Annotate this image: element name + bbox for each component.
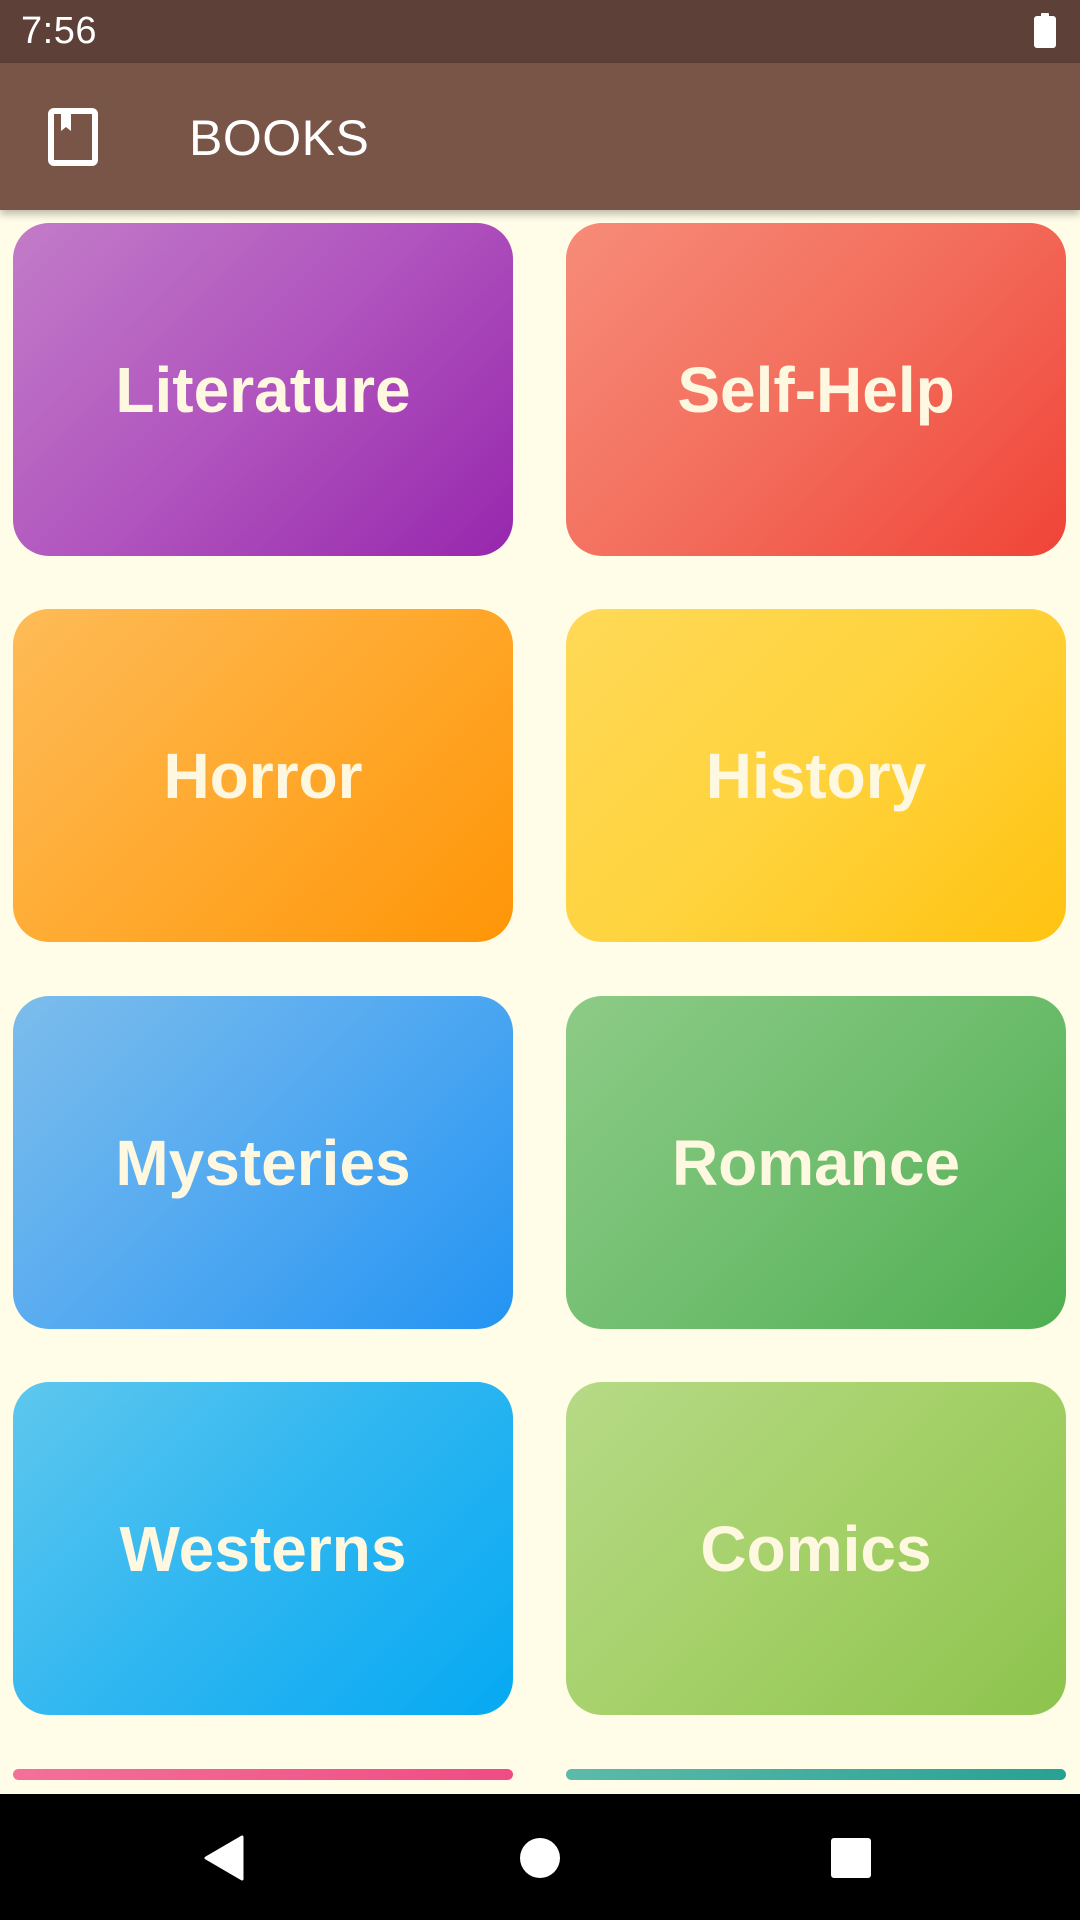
status-bar: 7:56 — [0, 0, 1080, 63]
category-grid: Literature Self-Help Horror History Myst… — [0, 210, 1080, 1780]
category-tile-literature[interactable]: Literature — [13, 223, 513, 556]
category-label: Self-Help — [677, 353, 955, 426]
category-label: Comics — [700, 1512, 932, 1585]
home-circle-icon[interactable] — [520, 1838, 560, 1878]
category-tile-comics[interactable]: Comics — [566, 1382, 1066, 1715]
category-tile-history[interactable]: History — [566, 609, 1066, 942]
category-label: Romance — [671, 1126, 961, 1199]
app-title: BOOKS — [189, 110, 370, 166]
recents-square-icon[interactable] — [831, 1838, 871, 1878]
category-label: Mysteries — [115, 1126, 411, 1199]
category-tile-partial-right[interactable] — [566, 1769, 1066, 1780]
category-tile-romance[interactable]: Romance — [566, 996, 1066, 1329]
status-time: 7:56 — [21, 10, 97, 52]
category-tile-mysteries[interactable]: Mysteries — [13, 996, 513, 1329]
app-bar: BOOKS — [0, 63, 1080, 210]
category-tile-horror[interactable]: Horror — [13, 609, 513, 942]
bookmark-book-icon — [48, 108, 98, 166]
screen: 7:56 BOOKS Literature Self-Help Horror H… — [0, 0, 1080, 1920]
back-triangle-icon[interactable] — [202, 1835, 246, 1881]
category-tile-westerns[interactable]: Westerns — [13, 1382, 513, 1715]
category-tile-partial-left[interactable] — [13, 1769, 513, 1780]
category-label: Horror — [163, 739, 363, 812]
category-tile-self-help[interactable]: Self-Help — [566, 223, 1066, 556]
category-label: Literature — [115, 353, 411, 426]
category-label: Westerns — [119, 1512, 407, 1585]
navigation-bar — [0, 1794, 1080, 1920]
battery-full-icon — [1034, 13, 1056, 48]
category-label: History — [705, 739, 927, 812]
